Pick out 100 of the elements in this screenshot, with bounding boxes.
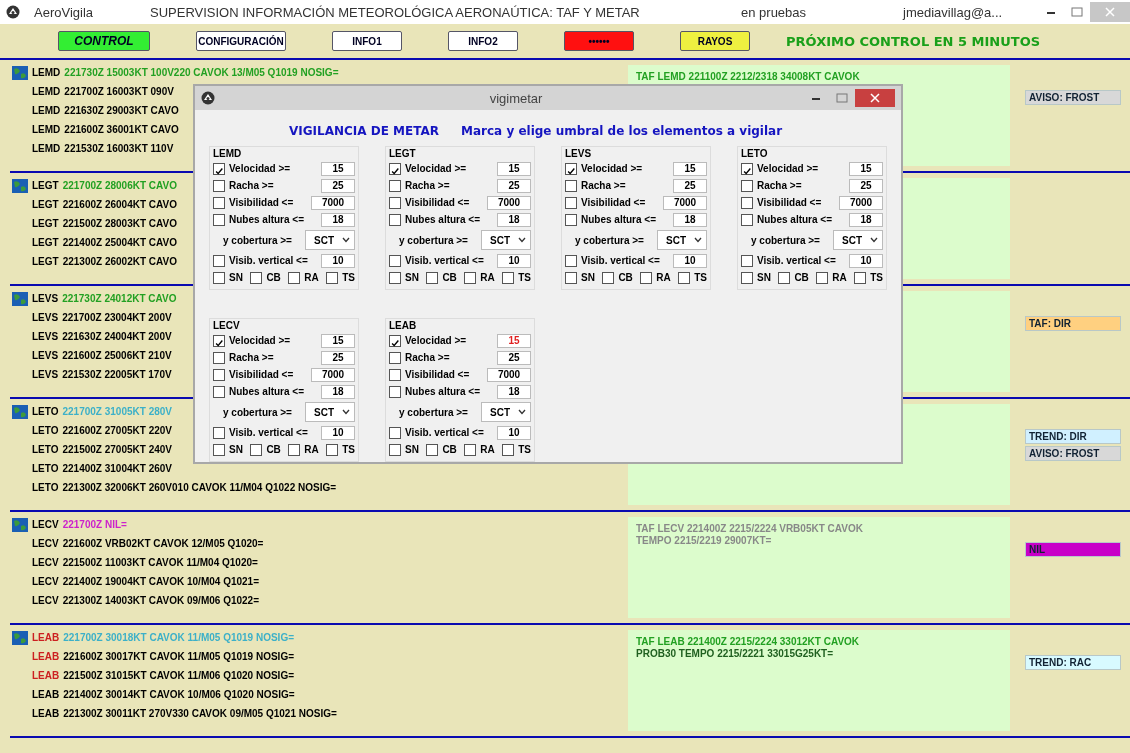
close-button[interactable] <box>855 89 895 107</box>
checkbox[interactable] <box>389 443 401 456</box>
checkbox[interactable] <box>426 443 439 456</box>
checkbox[interactable] <box>741 254 753 267</box>
checkbox[interactable] <box>250 271 263 284</box>
toolbar-button[interactable]: CONFIGURACIÓN <box>196 31 286 51</box>
checkbox[interactable] <box>326 443 339 456</box>
threshold-field[interactable]: 18 <box>321 212 355 227</box>
coverage-select[interactable]: SCT <box>833 230 883 250</box>
checkbox[interactable] <box>778 271 791 284</box>
threshold-field[interactable]: 10 <box>321 253 355 268</box>
checkbox[interactable] <box>213 254 225 267</box>
toolbar-button[interactable]: INFO2 <box>448 31 518 51</box>
checkbox[interactable] <box>389 351 401 364</box>
checkbox[interactable] <box>854 271 867 284</box>
checkbox[interactable] <box>213 179 225 192</box>
checkbox[interactable] <box>213 162 225 175</box>
threshold-field[interactable]: 15 <box>673 161 707 176</box>
coverage-select[interactable]: SCT <box>657 230 707 250</box>
checkbox[interactable] <box>389 196 401 209</box>
checkbox[interactable] <box>288 271 301 284</box>
station-code: LETO <box>32 406 59 417</box>
checkbox[interactable] <box>464 271 477 284</box>
threshold-field[interactable]: 7000 <box>487 195 531 210</box>
checkbox[interactable] <box>640 271 653 284</box>
threshold-field[interactable]: 18 <box>321 384 355 399</box>
checkbox[interactable] <box>389 426 401 439</box>
threshold-field[interactable]: 10 <box>321 425 355 440</box>
threshold-field[interactable]: 10 <box>849 253 883 268</box>
threshold-field[interactable]: 25 <box>321 350 355 365</box>
coverage-select[interactable]: SCT <box>481 402 531 422</box>
checkbox[interactable] <box>213 334 225 347</box>
metar-text: 221530Z 16003KT 110V <box>64 143 174 154</box>
checkbox[interactable] <box>326 271 339 284</box>
checkbox[interactable] <box>426 271 439 284</box>
threshold-field[interactable]: 10 <box>497 425 531 440</box>
threshold-field[interactable]: 7000 <box>487 367 531 382</box>
checkbox[interactable] <box>389 213 401 226</box>
checkbox[interactable] <box>602 271 615 284</box>
checkbox[interactable] <box>288 443 301 456</box>
threshold-field[interactable]: 15 <box>321 333 355 348</box>
threshold-field[interactable]: 18 <box>849 212 883 227</box>
checkbox[interactable] <box>250 443 263 456</box>
checkbox[interactable] <box>213 368 225 381</box>
toolbar-button[interactable]: CONTROL <box>58 31 150 51</box>
threshold-field[interactable]: 25 <box>849 178 883 193</box>
checkbox[interactable] <box>741 271 753 284</box>
toolbar-button[interactable]: •••••• <box>564 31 634 51</box>
checkbox[interactable] <box>389 334 401 347</box>
checkbox[interactable] <box>213 426 225 439</box>
checkbox[interactable] <box>502 443 515 456</box>
checkbox[interactable] <box>213 196 225 209</box>
threshold-field[interactable]: 18 <box>497 384 531 399</box>
threshold-field[interactable]: 7000 <box>311 367 355 382</box>
checkbox[interactable] <box>565 196 577 209</box>
threshold-field[interactable]: 7000 <box>311 195 355 210</box>
threshold-field[interactable]: 15 <box>497 161 531 176</box>
threshold-field[interactable]: 25 <box>321 178 355 193</box>
checkbox[interactable] <box>678 271 691 284</box>
threshold-field[interactable]: 18 <box>497 212 531 227</box>
flag-label: RA <box>832 272 847 283</box>
threshold-field[interactable]: 7000 <box>663 195 707 210</box>
checkbox[interactable] <box>565 213 577 226</box>
checkbox[interactable] <box>741 179 753 192</box>
threshold-field[interactable]: 18 <box>673 212 707 227</box>
checkbox[interactable] <box>389 271 401 284</box>
checkbox[interactable] <box>213 351 225 364</box>
threshold-field[interactable]: 25 <box>673 178 707 193</box>
toolbar-button[interactable]: RAYOS <box>680 31 750 51</box>
threshold-field[interactable]: 15 <box>849 161 883 176</box>
threshold-field[interactable]: 15 <box>497 333 531 348</box>
threshold-field[interactable]: 25 <box>497 350 531 365</box>
checkbox[interactable] <box>389 162 401 175</box>
checkbox[interactable] <box>389 254 401 267</box>
checkbox[interactable] <box>213 443 225 456</box>
checkbox[interactable] <box>565 254 577 267</box>
checkbox[interactable] <box>464 443 477 456</box>
checkbox[interactable] <box>213 385 225 398</box>
checkbox[interactable] <box>565 271 577 284</box>
checkbox[interactable] <box>565 179 577 192</box>
checkbox[interactable] <box>565 162 577 175</box>
checkbox[interactable] <box>389 385 401 398</box>
toolbar-button[interactable]: INFO1 <box>332 31 402 51</box>
checkbox[interactable] <box>213 271 225 284</box>
threshold-field[interactable]: 10 <box>673 253 707 268</box>
coverage-select[interactable]: SCT <box>305 402 355 422</box>
checkbox[interactable] <box>741 162 753 175</box>
checkbox[interactable] <box>502 271 515 284</box>
checkbox[interactable] <box>389 179 401 192</box>
threshold-field[interactable]: 15 <box>321 161 355 176</box>
threshold-field[interactable]: 10 <box>497 253 531 268</box>
coverage-select[interactable]: SCT <box>305 230 355 250</box>
checkbox[interactable] <box>741 213 753 226</box>
checkbox[interactable] <box>389 368 401 381</box>
checkbox[interactable] <box>213 213 225 226</box>
checkbox[interactable] <box>816 271 829 284</box>
threshold-field[interactable]: 25 <box>497 178 531 193</box>
coverage-select[interactable]: SCT <box>481 230 531 250</box>
threshold-field[interactable]: 7000 <box>839 195 883 210</box>
checkbox[interactable] <box>741 196 753 209</box>
